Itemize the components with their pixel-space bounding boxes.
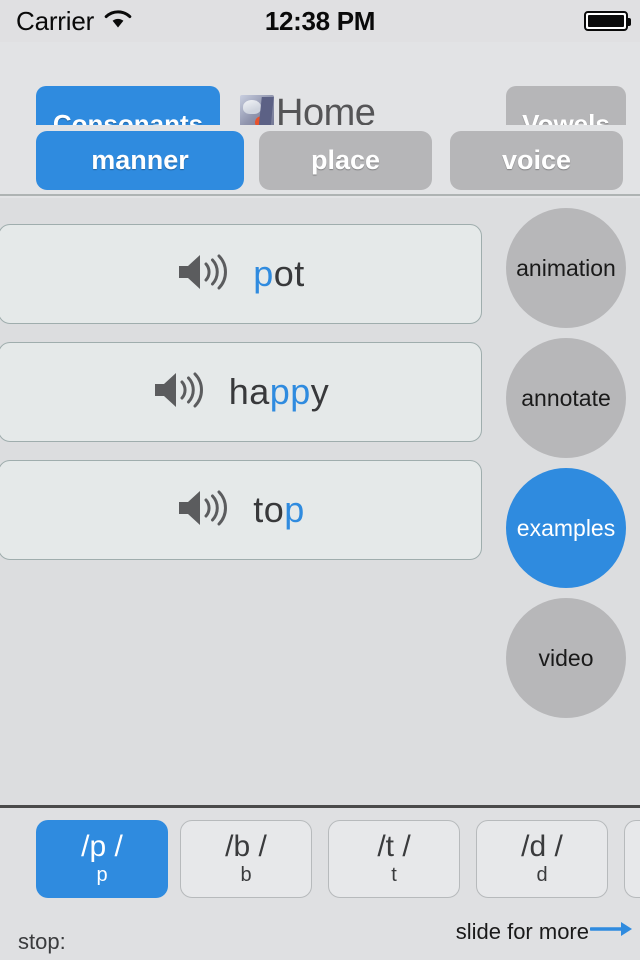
tab-manner[interactable]: manner [36,131,244,190]
word-highlight: pp [269,371,311,412]
phoneme-button-b[interactable]: /b / b [180,820,312,898]
word-suffix: y [310,371,330,412]
example-word: happy [229,371,330,413]
phoneme-symbol: /b / [225,830,267,864]
speaker-icon[interactable] [151,369,207,416]
word-highlight: p [253,253,274,294]
phoneme-scroll-bar[interactable]: /p / p /b / b /t / t /d / d [0,805,640,907]
speaker-icon[interactable] [175,487,231,534]
example-row[interactable]: top [0,460,482,560]
mode-button-animation[interactable]: animation [506,208,626,328]
manner-category-label: stop: [18,929,66,954]
mode-button-video[interactable]: video [506,598,626,718]
tab-voice[interactable]: voice [450,131,623,190]
speaker-icon[interactable] [175,251,231,298]
phoneme-letter: d [536,863,548,886]
phoneme-letter: b [240,863,252,886]
example-word: top [253,489,305,531]
battery-full-icon [584,11,631,31]
word-highlight: p [284,489,305,530]
mode-button-examples[interactable]: examples [506,468,626,588]
status-bar: Carrier 12:38 PM [0,0,640,42]
feature-tab-bar: manner place voice [0,125,640,196]
word-prefix: ha [228,371,270,412]
mode-button-column: animation annotate examples video [506,208,638,728]
phoneme-button-t[interactable]: /t / t [328,820,460,898]
phoneme-letter: t [391,863,397,886]
word-prefix: to [253,489,285,530]
phoneme-button-d[interactable]: /d / d [476,820,608,898]
mode-button-annotate[interactable]: annotate [506,338,626,458]
phoneme-symbol: /p / [81,830,123,864]
header-bar: Consonants Home Vowels [0,42,640,162]
clock-label: 12:38 PM [264,5,376,36]
example-word-list: pot happy top [0,224,484,578]
phoneme-symbol: /d / [521,830,563,864]
example-row[interactable]: happy [0,342,482,442]
content-area: pot happy top animation annotate example… [0,198,640,805]
slide-for-more-hint[interactable]: slide for more [456,919,636,945]
footer-bar: stop: slide for more [0,907,640,960]
example-row[interactable]: pot [0,224,482,324]
app-root: Carrier 12:38 PM Consonants Home Vowels [0,0,640,960]
example-word: pot [253,253,305,295]
phoneme-button-next-partial[interactable] [624,820,640,898]
phoneme-symbol: /t / [377,830,411,864]
slide-hint-label: slide for more [455,919,589,944]
phoneme-button-p[interactable]: /p / p [36,820,168,898]
phoneme-letter: p [96,863,108,886]
tab-place[interactable]: place [259,131,432,190]
word-suffix: ot [273,253,305,294]
arrow-right-icon [589,919,636,945]
